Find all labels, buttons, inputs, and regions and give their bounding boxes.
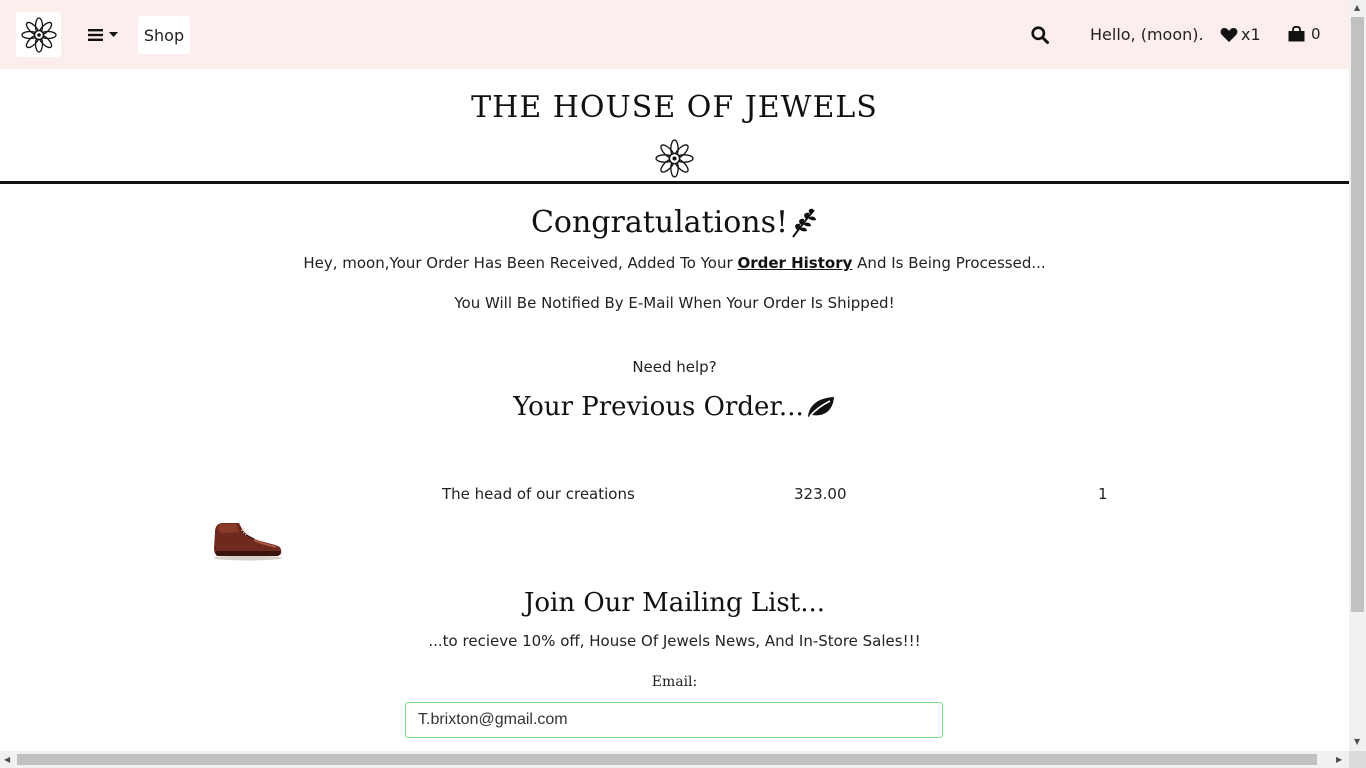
order-item-image[interactable] (210, 518, 284, 566)
mailing-list-heading: Join Our Mailing List... (523, 588, 826, 618)
order-received-message: Hey, moon,Your Order Has Been Received, … (0, 254, 1349, 272)
order-item-name: The head of our creations (442, 485, 635, 503)
flower-mandala-icon (20, 16, 57, 53)
flower-mandala-icon (655, 139, 694, 178)
header-divider (0, 181, 1349, 184)
cart-count: 0 (1311, 25, 1321, 43)
scroll-up-arrow-icon[interactable]: ▲ (1354, 4, 1360, 12)
hamburger-icon (88, 29, 103, 41)
wishlist-link[interactable]: x1 (1220, 25, 1261, 44)
brown-leather-shoe-image (214, 523, 282, 561)
vertical-scrollbar[interactable]: ▲ ▼ (1349, 0, 1366, 751)
previous-order-heading-text: Your Previous Order... (513, 392, 804, 422)
vertical-scrollbar-thumb[interactable] (1351, 17, 1364, 612)
mailing-list-subtitle: ...to recieve 10% off, House Of Jewels N… (428, 632, 921, 650)
scroll-right-arrow-icon[interactable]: ▶ (1336, 756, 1342, 764)
confirmation-heading-text: Congratulations! (530, 205, 789, 240)
cart-link[interactable]: 0 (1288, 25, 1321, 43)
order-item-price: 323.00 (794, 485, 847, 503)
leaf-icon (807, 397, 834, 417)
scrollbar-corner (1349, 751, 1366, 768)
page-viewport: Shop Hello, (moon). x1 0 THE HOUSE OF JE… (0, 0, 1349, 751)
horizontal-scrollbar[interactable]: ◀ ▶ (0, 751, 1349, 768)
email-field[interactable] (405, 702, 943, 738)
search-icon (1031, 26, 1049, 44)
shop-link[interactable]: Shop (138, 16, 190, 54)
scroll-down-arrow-icon[interactable]: ▼ (1354, 738, 1360, 746)
account-greeting-link[interactable]: Hello, (moon). (1090, 25, 1204, 44)
shopping-bag-icon (1288, 26, 1305, 42)
sprig-icon (792, 208, 817, 238)
site-title: THE HOUSE OF JEWELS (471, 90, 878, 125)
wishlist-count: x1 (1241, 25, 1261, 44)
shipping-notice: You Will Be Notified By E-Mail When Your… (454, 294, 895, 312)
order-history-link[interactable]: Order History (737, 254, 852, 272)
scroll-left-arrow-icon[interactable]: ◀ (4, 756, 10, 764)
order-item-quantity: 1 (1098, 485, 1108, 503)
order-received-text-start: Hey, moon,Your Order Has Been Received, … (303, 254, 738, 272)
email-label: Email: (651, 674, 698, 690)
confirmation-heading: Congratulations! (0, 205, 1349, 240)
site-emblem (653, 137, 696, 184)
order-received-text-end: And Is Being Processed... (852, 254, 1046, 272)
caret-down-icon (109, 32, 118, 37)
need-help-text: Need help? (632, 358, 717, 376)
menu-dropdown-toggle[interactable] (88, 24, 118, 46)
logo-link[interactable] (16, 12, 61, 57)
heart-icon (1220, 27, 1238, 42)
previous-order-heading: Your Previous Order... (0, 392, 1349, 422)
navbar: Shop Hello, (moon). x1 0 (0, 0, 1349, 69)
horizontal-scrollbar-thumb[interactable] (17, 754, 1317, 765)
search-button[interactable] (1031, 26, 1049, 48)
